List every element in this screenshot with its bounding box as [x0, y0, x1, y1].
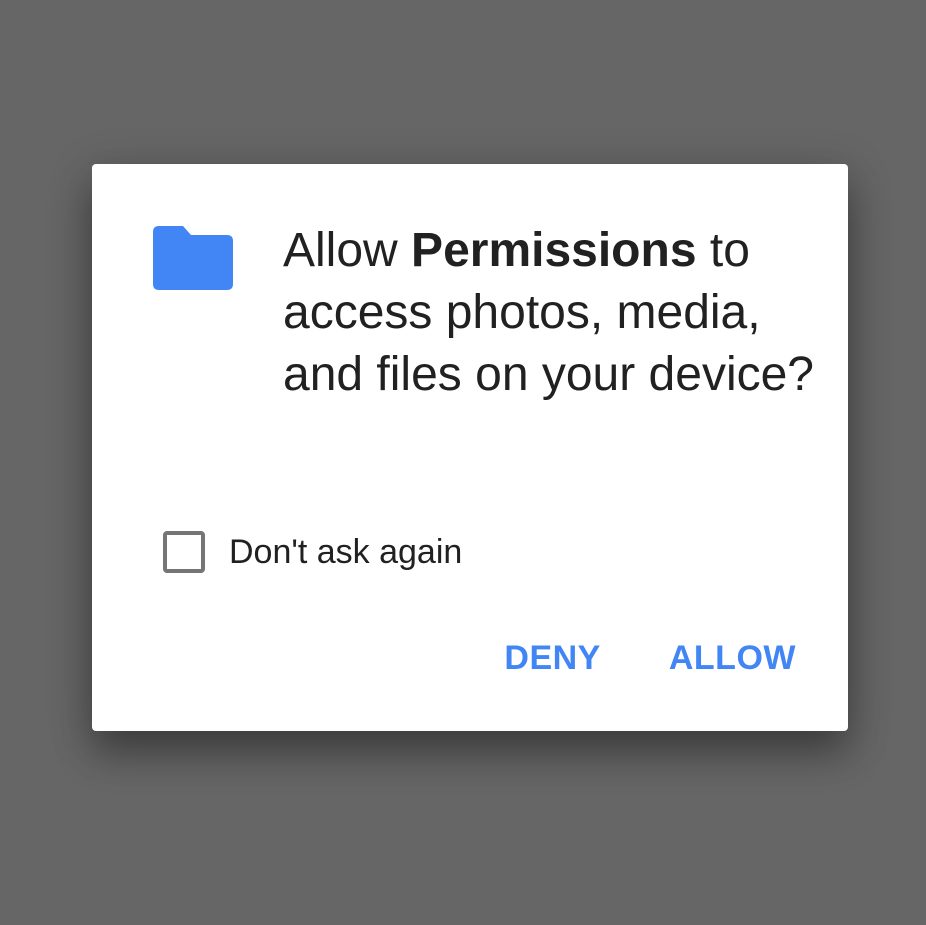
- dont-ask-again-checkbox[interactable]: [163, 531, 205, 573]
- permission-dialog: Allow Permissions to access photos, medi…: [92, 164, 848, 731]
- permission-message: Allow Permissions to access photos, medi…: [283, 220, 823, 406]
- folder-icon: [153, 226, 233, 290]
- dialog-actions: DENY ALLOW: [504, 634, 796, 682]
- dont-ask-again-row[interactable]: Don't ask again: [163, 528, 462, 576]
- app-name: Permissions: [411, 224, 697, 277]
- allow-button[interactable]: ALLOW: [669, 634, 796, 682]
- dont-ask-again-label[interactable]: Don't ask again: [229, 528, 462, 576]
- message-prefix: Allow: [283, 224, 412, 277]
- deny-button[interactable]: DENY: [504, 634, 600, 682]
